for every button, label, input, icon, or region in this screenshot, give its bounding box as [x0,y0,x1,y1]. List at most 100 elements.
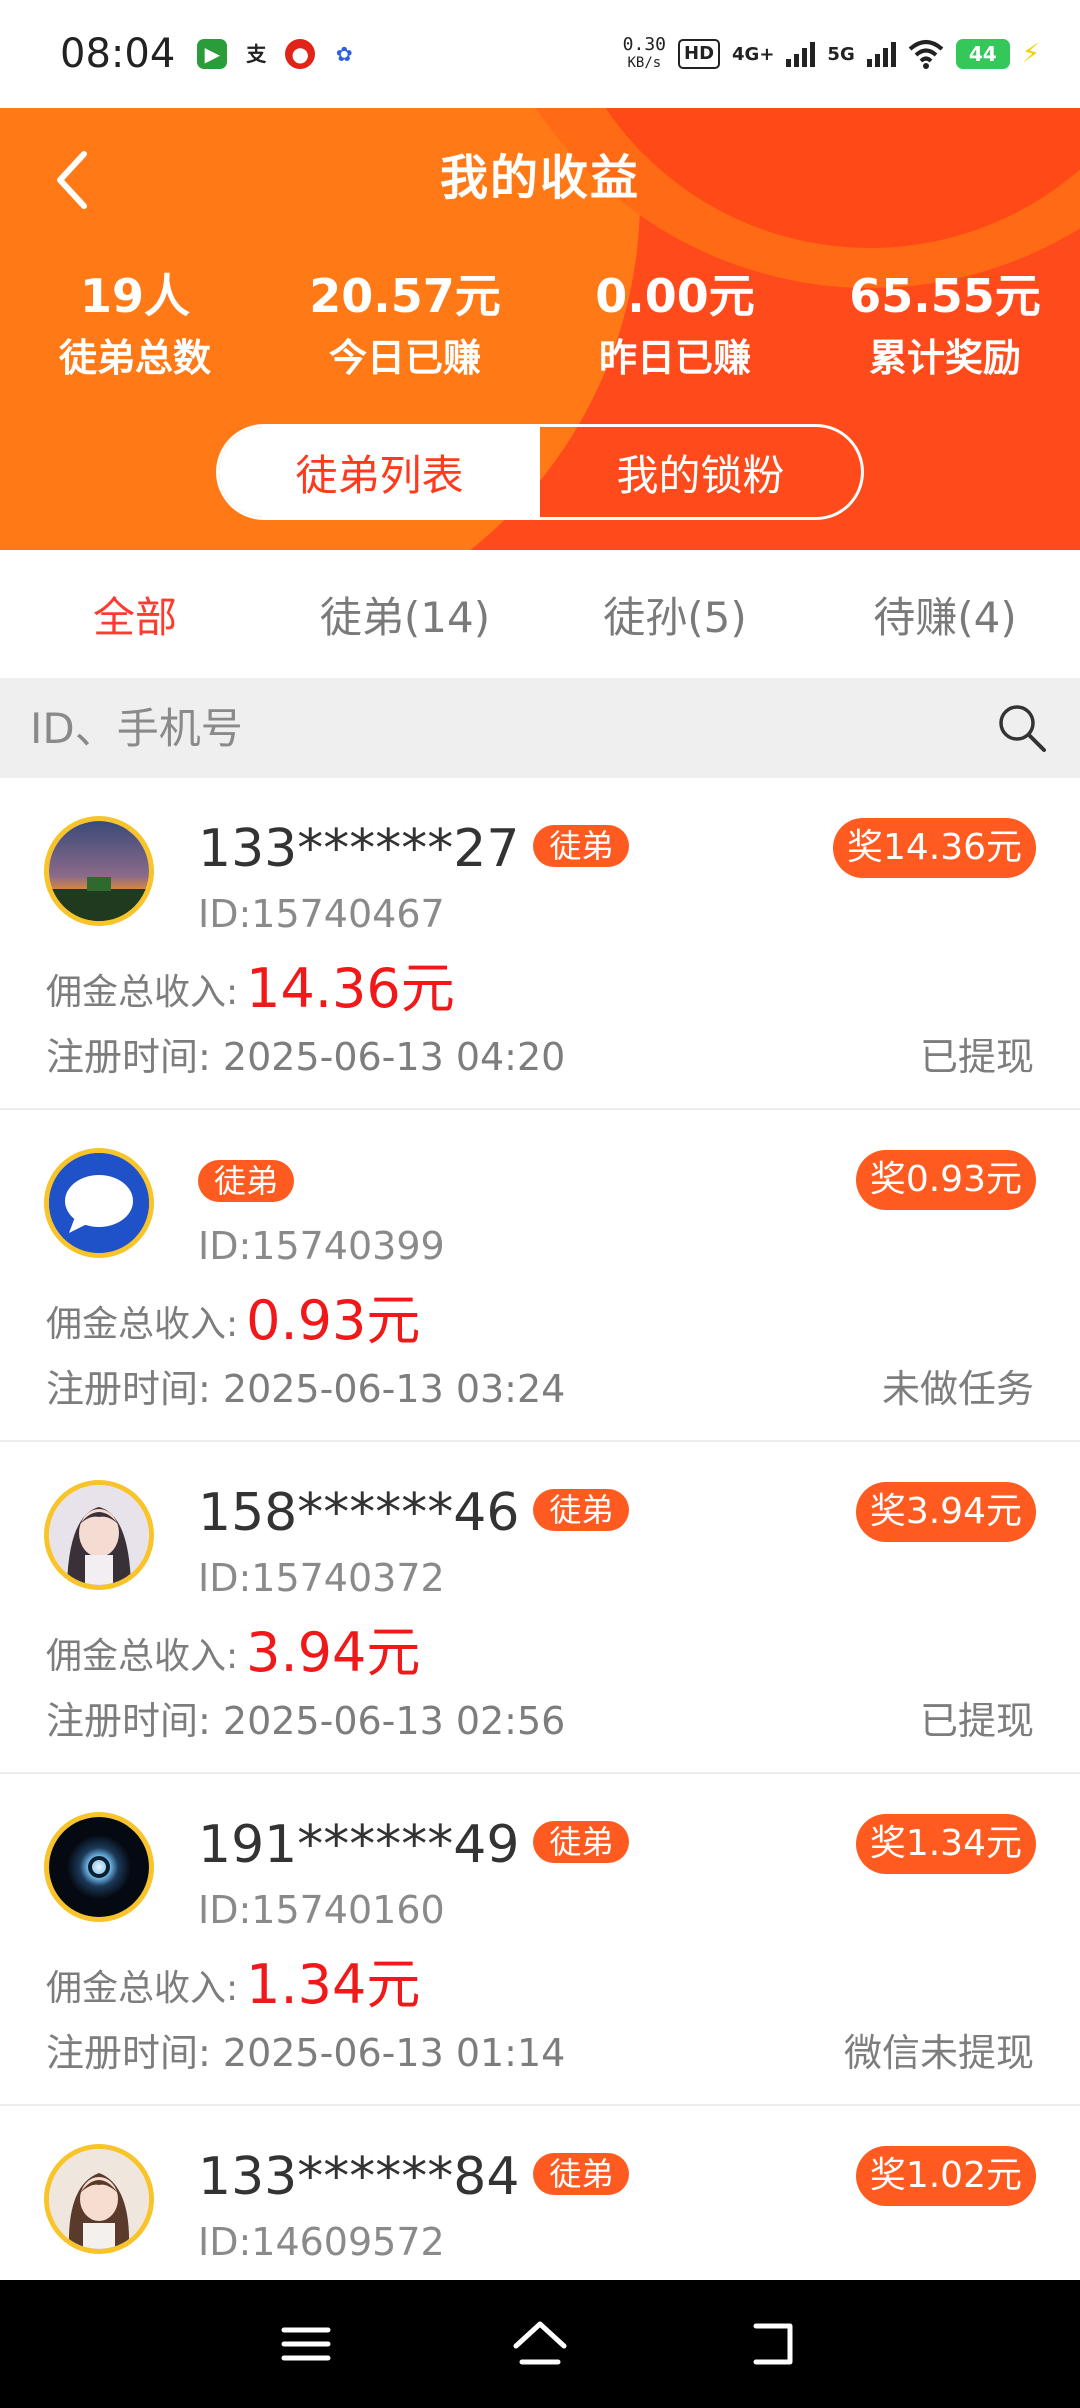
reward-badge: 奖0.93元 [855,1150,1036,1210]
regtime-value: 2025-06-13 04:20 [222,1035,566,1079]
register-time: 注册时间: 2025-06-13 02:56 [46,1696,565,1746]
income-value: 3.94元 [246,1621,421,1684]
net-speed-unit: KB/s [627,55,662,71]
role-badge: 徒弟 [533,825,630,867]
phone-number: 133******27 徒弟 [198,814,630,884]
status-bar: 08:04 ▶ 支 ● ✿ 0.30 KB/s HD 4G+ 5G 44 ⚡ [0,0,1080,108]
user-id: ID:15740467 [198,892,445,936]
list-item[interactable]: 133******27 徒弟 ID:15740467 奖14.36元 佣金总收入:… [0,778,1080,1110]
apprentice-list: 133******27 徒弟 ID:15740467 奖14.36元 佣金总收入:… [0,778,1080,2408]
stat-label: 今日已赚 [328,336,481,380]
reward-badge: 奖14.36元 [832,818,1036,878]
status-app-icons: ▶ 支 ● ✿ [197,39,360,69]
tab-apprentice[interactable]: 徒弟(14) [270,550,540,678]
hd-icon: HD [678,39,721,69]
user-id: ID:14609572 [198,2220,445,2264]
income-value: 1.34元 [246,1953,421,2016]
net-speed: 0.30 KB/s [623,36,666,72]
user-id: ID:15740399 [198,1224,445,1268]
stat-value: 65.55元 [849,269,1041,323]
role-badge: 徒弟 [533,1821,630,1863]
status-time: 08:04 [60,31,176,77]
register-time: 注册时间: 2025-06-13 03:24 [46,1364,565,1414]
income-row: 佣金总收入: 14.36元 [46,954,455,1024]
search-input[interactable] [30,688,994,768]
phone-text: 133******84 [198,2147,520,2207]
user-id: ID:15740160 [198,1888,445,1932]
signal-4g-icon [786,41,816,67]
wifi-icon [908,40,944,69]
stats-row: 19人 徒弟总数 20.57元 今日已赚 0.00元 昨日已赚 65.55元 累… [0,266,1080,386]
list-item[interactable]: 徒弟 ID:15740399 奖0.93元 佣金总收入: 0.93元 注册时间:… [0,1110,1080,1442]
red-app-icon: ● [285,39,316,69]
list-item[interactable]: 158******46 徒弟 ID:15740372 奖3.94元 佣金总收入: … [0,1442,1080,1774]
avatar [44,1148,154,1258]
register-time: 注册时间: 2025-06-13 01:14 [46,2028,565,2078]
user-id: ID:15740372 [198,1556,445,1600]
regtime-label: 注册时间: [46,2031,211,2075]
income-label: 佣金总收入: [46,1968,239,2009]
alipay-icon: 支 [241,39,272,69]
chat-bubble-icon [49,1153,149,1253]
video-app-icon: ▶ [197,39,228,69]
baidu-icon: ✿ [329,39,360,69]
phone-number: 133******84 徒弟 [198,2142,630,2212]
phone-number: 191******49 徒弟 [198,1810,630,1880]
avatar [44,2144,154,2254]
menu-icon[interactable] [274,2312,338,2376]
role-badge: 徒弟 [198,1160,295,1202]
phone-text: 133******27 [198,819,520,879]
income-label: 佣金总收入: [46,972,239,1013]
regtime-label: 注册时间: [46,1367,211,1411]
filter-tabs: 全部 徒弟(14) 徒孙(5) 待赚(4) [0,550,1080,678]
search-bar [0,678,1080,778]
search-icon[interactable] [994,700,1050,756]
income-label: 佣金总收入: [46,1304,239,1345]
phone-text: 158******46 [198,1483,520,1543]
home-icon[interactable] [508,2312,572,2376]
stat-apprentice-total: 19人 徒弟总数 [0,266,270,386]
avatar [44,1812,154,1922]
reward-badge: 奖3.94元 [855,1482,1036,1542]
tab-pending[interactable]: 待赚(4) [810,550,1080,678]
earnings-header: 我的收益 19人 徒弟总数 20.57元 今日已赚 0.00元 昨日已赚 65.… [0,108,1080,550]
list-item[interactable]: 191******49 徒弟 ID:15740160 奖1.34元 佣金总收入: … [0,1774,1080,2106]
status-right: 0.30 KB/s HD 4G+ 5G 44 ⚡ [623,36,1040,72]
page-title: 我的收益 [439,150,640,206]
income-row: 佣金总收入: 3.94元 [46,1618,420,1688]
income-label: 佣金总收入: [46,1636,239,1677]
stat-value: 20.57元 [309,269,501,323]
segment-apprentice-list[interactable]: 徒弟列表 [219,427,540,517]
stat-total-reward: 65.55元 累计奖励 [810,266,1080,386]
income-row: 佣金总收入: 0.93元 [46,1286,420,1356]
avatar [44,816,154,926]
regtime-value: 2025-06-13 03:24 [222,1367,566,1411]
withdraw-status: 未做任务 [881,1367,1034,1411]
portrait-girl-icon [49,2149,149,2249]
phone-text: 191******49 [198,1815,520,1875]
income-row: 佣金总收入: 1.34元 [46,1950,420,2020]
regtime-label: 注册时间: [46,1035,211,1079]
sunset-photo-icon [49,821,149,921]
net-5g-label: 5G [827,43,855,65]
stat-label: 徒弟总数 [58,336,211,380]
back-icon[interactable] [742,2312,806,2376]
stat-value: 0.00元 [595,269,755,323]
battery-icon: 44 [955,39,1010,69]
tab-grand-apprentice[interactable]: 徒孙(5) [540,550,810,678]
regtime-label: 注册时间: [46,1699,211,1743]
income-value: 0.93元 [246,1289,421,1352]
net-speed-value: 0.30 [622,34,667,55]
reward-badge: 奖1.02元 [855,2146,1036,2206]
stat-value: 19人 [79,269,190,323]
role-badge: 徒弟 [533,1489,630,1531]
withdraw-status: 微信未提现 [843,2031,1034,2075]
signal-5g-icon [866,41,896,67]
system-nav-bar [0,2280,1080,2408]
avatar [44,1480,154,1590]
segment-locked-fans[interactable]: 我的锁粉 [540,427,861,517]
tab-all[interactable]: 全部 [0,550,270,678]
income-value: 14.36元 [246,957,455,1020]
stat-label: 累计奖励 [868,336,1021,380]
app-root: 08:04 ▶ 支 ● ✿ 0.30 KB/s HD 4G+ 5G 44 ⚡ 我… [0,0,1080,2408]
